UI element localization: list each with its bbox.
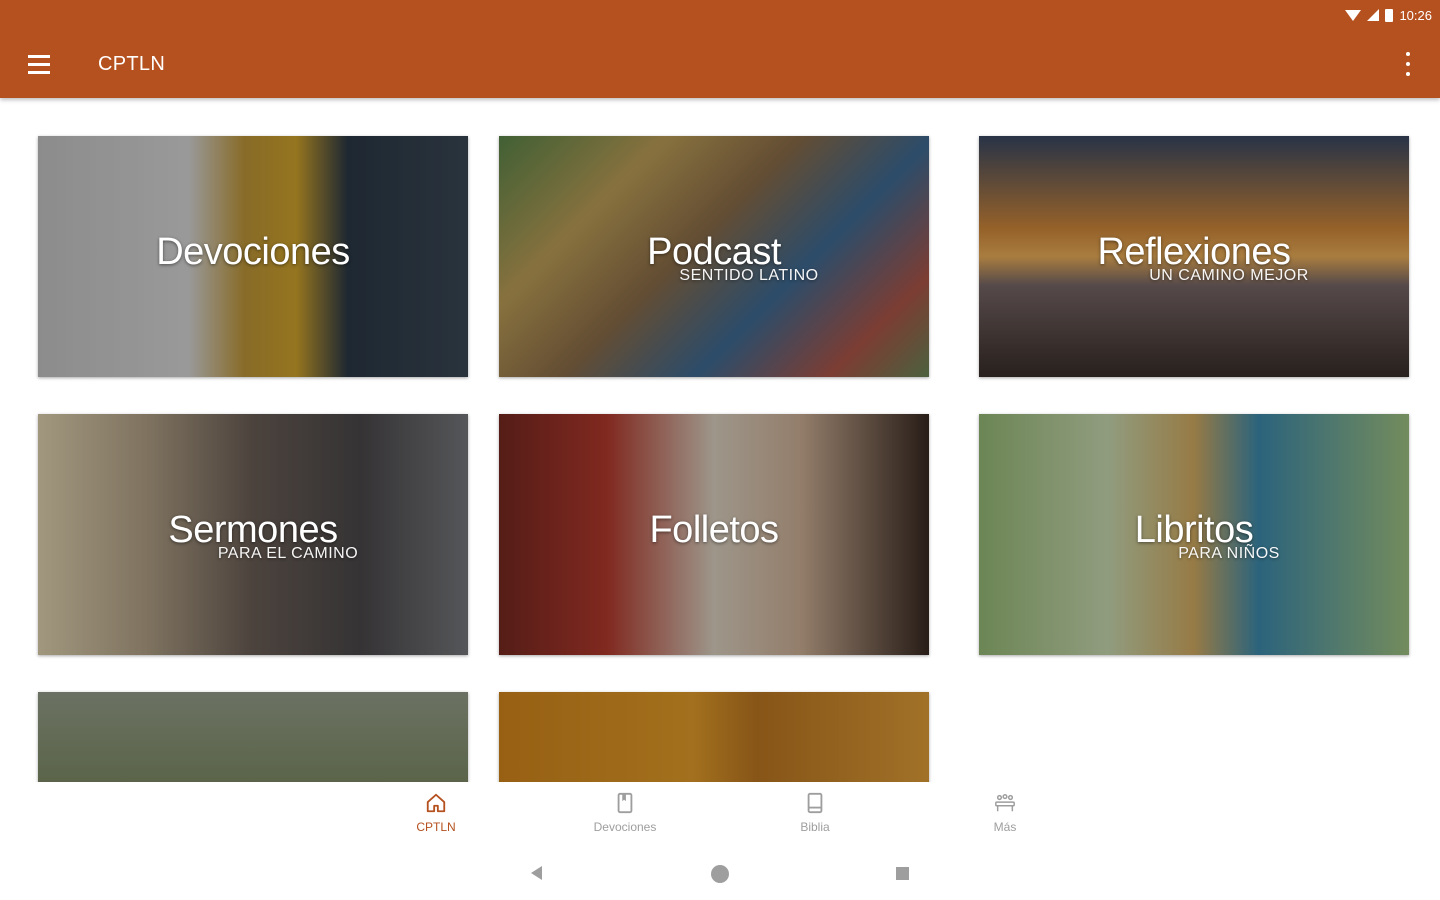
card-devociones[interactable]: Devociones [38,136,468,377]
home-icon [426,793,446,813]
card-subtitle: PARA NIÑOS [1178,545,1280,562]
card-title: Reflexiones [1097,231,1291,273]
nav-label: Devociones [593,820,657,834]
system-navigation [0,844,1440,900]
home-button-icon[interactable] [711,865,729,883]
recent-apps-icon[interactable] [896,867,909,880]
status-time: 10:26 [1399,7,1432,23]
nav-item-devociones[interactable]: Devociones [555,792,695,834]
bottom-navigation: CPTLN Devociones Biblia Más [0,782,1440,844]
card-podcast[interactable]: Podcast SENTIDO LATINO [499,136,929,377]
book-icon [617,792,633,814]
menu-icon[interactable] [28,52,54,74]
back-icon[interactable] [531,866,542,880]
nav-label: Más [993,820,1017,834]
card-subtitle: SENTIDO LATINO [679,267,819,284]
nav-label: CPTLN [416,820,456,834]
bible-icon [807,792,823,814]
card-subtitle: UN CAMINO MEJOR [1149,267,1309,284]
card-libritos[interactable]: Libritos PARA NIÑOS [979,414,1409,655]
group-icon [995,794,1015,812]
signal-icon [1367,9,1380,21]
card-title: Devociones [156,231,350,273]
app-bar: 10:26 CPTLN [0,0,1440,98]
nav-item-biblia[interactable]: Biblia [745,792,885,834]
more-options-icon[interactable] [1400,52,1416,76]
card-reflexiones[interactable]: Reflexiones UN CAMINO MEJOR [979,136,1409,377]
app-title: CPTLN [98,53,166,75]
card-subtitle: PARA EL CAMINO [217,545,359,562]
card-title: Podcast [647,231,781,273]
card-partial-1[interactable] [38,692,468,782]
card-title: Sermones [168,509,338,551]
nav-item-cptln[interactable]: CPTLN [366,792,506,834]
card-partial-2[interactable] [499,692,929,782]
card-sermones[interactable]: Sermones PARA EL CAMINO [38,414,468,655]
battery-icon [1385,8,1394,22]
card-folletos[interactable]: Folletos [499,414,929,655]
card-title: Folletos [649,509,779,551]
nav-label: Biblia [800,820,830,834]
wifi-icon [1345,9,1362,21]
card-grid: Devociones Podcast SENTIDO LATINO Reflex… [0,98,1440,782]
status-bar: 10:26 [1345,4,1432,26]
card-title: Libritos [1134,509,1254,551]
nav-item-mas[interactable]: Más [935,792,1075,834]
